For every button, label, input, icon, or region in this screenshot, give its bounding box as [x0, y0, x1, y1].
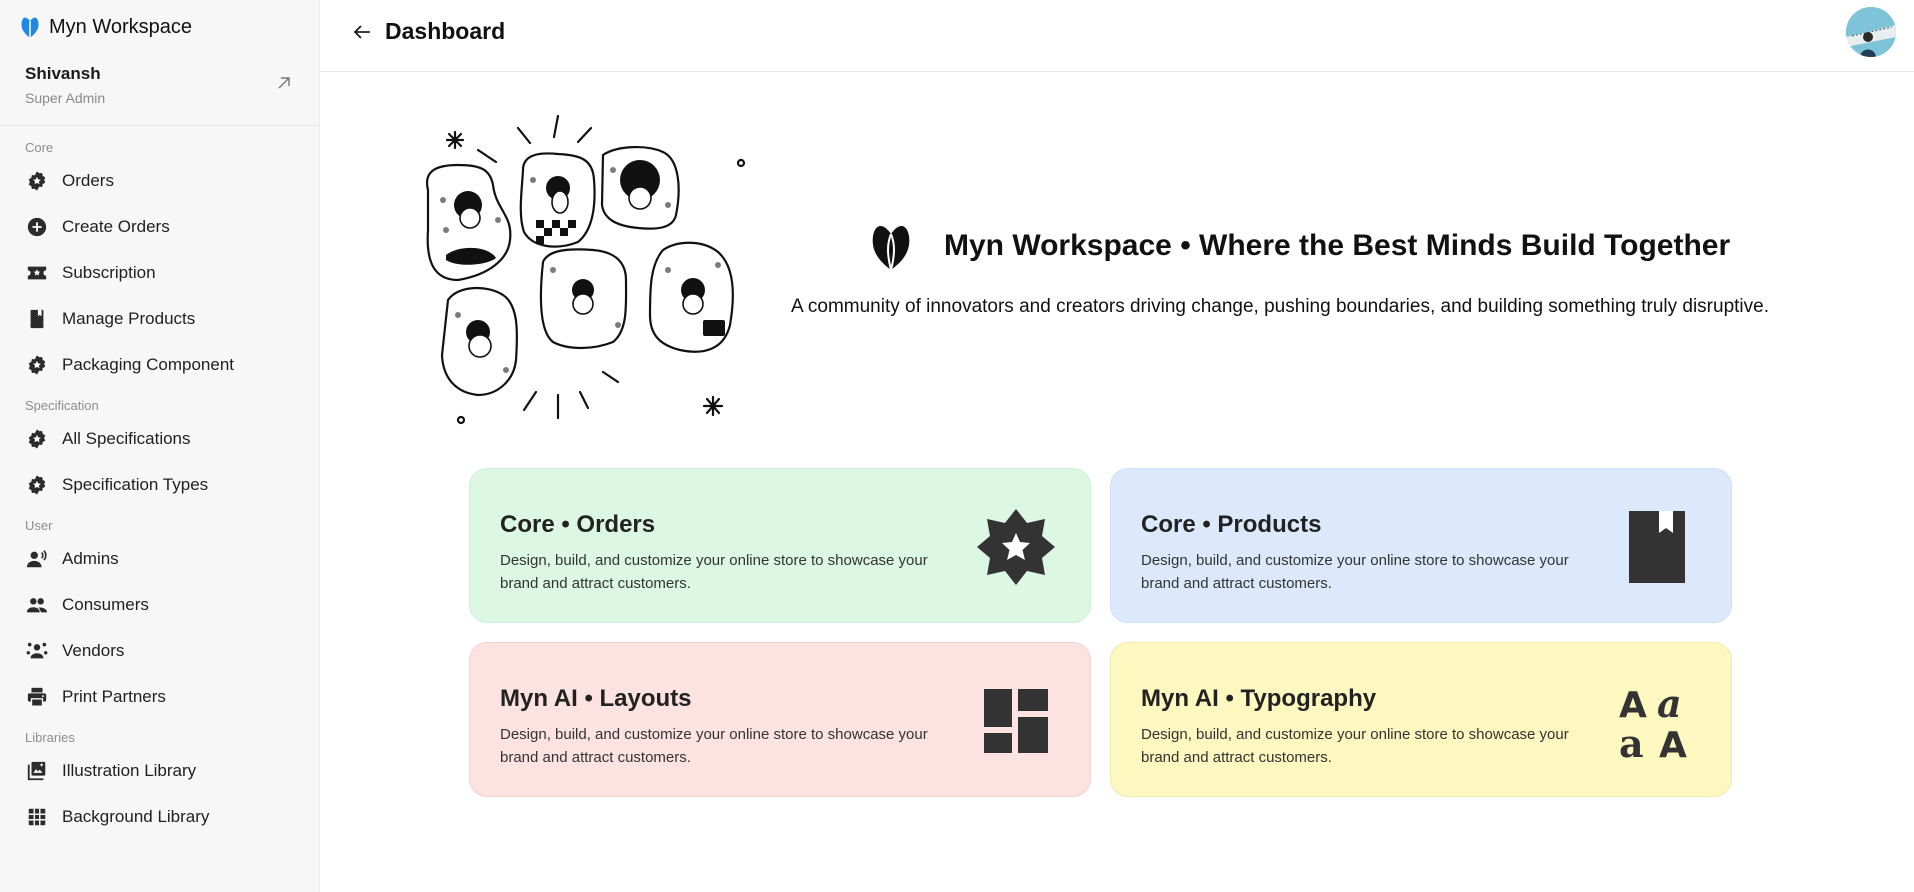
ticket-icon — [27, 266, 47, 280]
section-label-user: User — [25, 518, 53, 533]
community-illustration — [425, 114, 746, 425]
card-description: Design, build, and customize your online… — [1141, 552, 1569, 592]
plus-circle-icon — [27, 217, 47, 237]
sidebar-item-print-partners[interactable]: Print Partners — [0, 674, 319, 720]
card-myn-ai-typography[interactable]: Myn AI • Typography Design, build, and c… — [1110, 642, 1732, 797]
brand-logo-icon — [872, 225, 910, 271]
section-label-core: Core — [25, 140, 54, 155]
card-core-orders[interactable]: Core • Orders Design, build, and customi… — [469, 468, 1091, 623]
sidebar-item-create-orders[interactable]: Create Orders — [0, 204, 319, 250]
sidebar: Myn Workspace Shivansh Super Admin Core … — [0, 0, 320, 892]
gear-badge-icon — [28, 429, 46, 449]
sidebar-item-illustration-library[interactable]: Illustration Library — [0, 748, 319, 794]
hero-subtitle: A community of innovators and creators d… — [790, 296, 1769, 317]
sidebar-item-specification-types[interactable]: Specification Types — [0, 462, 319, 508]
card-core-products[interactable]: Core • Products Design, build, and custo… — [1110, 468, 1732, 623]
svg-text:a: a — [1619, 721, 1644, 761]
grid-icon — [28, 808, 46, 826]
brand-logo-icon — [21, 17, 39, 38]
sidebar-item-consumers[interactable]: Consumers — [0, 582, 319, 628]
sidebar-item-subscription[interactable]: Subscription — [0, 250, 319, 296]
sidebar-item-label: Admins — [62, 549, 119, 568]
sidebar-item-all-specifications[interactable]: All Specifications — [0, 416, 319, 462]
sidebar-item-label: Print Partners — [62, 687, 166, 706]
sidebar-item-label: Create Orders — [62, 217, 170, 236]
page-title: Dashboard — [385, 18, 506, 44]
gear-badge-icon — [28, 171, 46, 191]
sidebar-item-label: Vendors — [62, 641, 125, 660]
user-profile[interactable]: Shivansh Super Admin — [0, 54, 319, 126]
brand-name: Myn Workspace — [49, 15, 193, 38]
sidebar-item-label: Subscription — [62, 263, 156, 282]
card-description: Design, build, and customize your online… — [500, 552, 928, 592]
typography-icon: A a a A — [1619, 681, 1687, 761]
svg-text:a: a — [1657, 681, 1682, 726]
bookmark-icon — [30, 309, 44, 329]
sidebar-item-packaging-component[interactable]: Packaging Component — [0, 342, 319, 388]
section-label-libraries: Libraries — [25, 730, 75, 745]
user-role: Super Admin — [25, 90, 106, 106]
bookmark-icon — [1629, 511, 1685, 583]
sidebar-item-background-library[interactable]: Background Library — [0, 794, 319, 840]
card-description: Design, build, and customize your online… — [1141, 726, 1569, 766]
sidebar-item-label: Manage Products — [62, 309, 196, 328]
sidebar-item-label: Orders — [62, 171, 114, 190]
section-label-specification: Specification — [25, 398, 99, 413]
vendors-icon — [26, 642, 48, 659]
sidebar-item-label: Illustration Library — [62, 761, 197, 780]
topbar: Dashboard — [320, 0, 1914, 72]
admin-icon — [26, 550, 47, 568]
gear-badge-icon — [28, 355, 46, 375]
star-badge-icon — [977, 509, 1055, 585]
card-myn-ai-layouts[interactable]: Myn AI • Layouts Design, build, and cust… — [469, 642, 1091, 797]
avatar-image — [1846, 7, 1896, 57]
sidebar-item-manage-products[interactable]: Manage Products — [0, 296, 319, 342]
brand[interactable]: Myn Workspace — [0, 0, 319, 54]
card-title: Myn AI • Typography — [1141, 685, 1377, 712]
svg-text:A: A — [1619, 685, 1647, 726]
sidebar-item-label: All Specifications — [62, 429, 191, 448]
avatar[interactable] — [1846, 7, 1896, 57]
sidebar-item-admins[interactable]: Admins — [0, 536, 319, 582]
layout-icon — [984, 689, 1048, 753]
illustration-icon — [27, 761, 46, 781]
gear-badge-icon — [28, 475, 46, 495]
sidebar-item-label: Background Library — [62, 807, 210, 826]
arrow-up-right-icon[interactable] — [275, 74, 293, 92]
card-description: Design, build, and customize your online… — [500, 726, 928, 766]
card-title: Myn AI • Layouts — [500, 685, 692, 712]
card-title: Core • Products — [1141, 511, 1322, 538]
printer-icon — [27, 687, 47, 707]
hero-title: Myn Workspace • Where the Best Minds Bui… — [944, 229, 1731, 262]
sidebar-item-label: Consumers — [62, 595, 149, 614]
svg-text:A: A — [1659, 725, 1687, 761]
sidebar-item-orders[interactable]: Orders — [0, 158, 319, 204]
hero-heading: Myn Workspace • Where the Best Minds Bui… — [870, 220, 1730, 272]
back-arrow-icon[interactable] — [350, 20, 374, 44]
sidebar-item-vendors[interactable]: Vendors — [0, 628, 319, 674]
sidebar-item-label: Specification Types — [62, 475, 209, 494]
card-title: Core • Orders — [500, 511, 656, 538]
sidebar-item-label: Packaging Component — [62, 355, 235, 374]
group-icon — [26, 598, 48, 613]
